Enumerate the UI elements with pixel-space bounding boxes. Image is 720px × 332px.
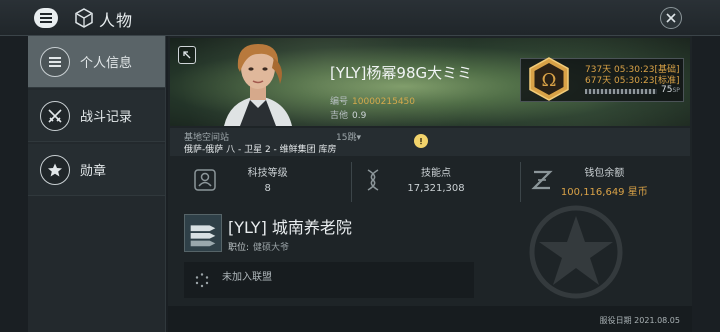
stat-wallet[interactable]: 钱包余额 100,116,649 星币 bbox=[519, 162, 688, 202]
crossed-swords-icon bbox=[40, 100, 70, 131]
character-id-label: 编号 bbox=[330, 97, 349, 107]
sp-value: 75SP bbox=[661, 85, 680, 95]
page-title: 人物 bbox=[99, 11, 134, 30]
stat-label: 技能点 bbox=[420, 168, 451, 179]
top-bar: 人物 bbox=[0, 0, 720, 36]
medal-star-watermark bbox=[529, 205, 623, 299]
main-menu-button[interactable] bbox=[34, 8, 58, 28]
station-name-suffix: 库房 bbox=[318, 145, 337, 155]
stats-row: 科技等级 8 技能点 17,321,308 钱包余额 100,116,649 星… bbox=[184, 162, 688, 202]
home-station-name: 俄萨-俄萨 八 - 卫星 2 - 维鲜集团 库房 bbox=[184, 142, 337, 155]
stat-skill-points[interactable]: 技能点 17,321,308 bbox=[351, 162, 519, 202]
sidebar-item-label: 个人信息 bbox=[80, 56, 133, 71]
character-security-row: 吉他 0.9 bbox=[330, 108, 366, 121]
character-portrait[interactable] bbox=[210, 38, 306, 126]
sp-progress-bar bbox=[585, 89, 657, 94]
sidebar-item-label: 战斗记录 bbox=[80, 110, 133, 125]
alliance-row: 未加入联盟 bbox=[184, 262, 474, 298]
stat-tech-level: 科技等级 8 bbox=[184, 162, 351, 202]
station-jumps-value: 15跳 bbox=[336, 133, 357, 143]
close-icon bbox=[666, 13, 676, 23]
omega-status-panel[interactable]: Ω 737天 05:30:23[基础] 677天 05:30:23[标准] 75… bbox=[520, 57, 684, 102]
stat-value: 100,116,649 星币 bbox=[560, 187, 648, 198]
sp-number: 75 bbox=[661, 85, 673, 95]
sidebar-item-medals[interactable]: 勋章 bbox=[28, 144, 165, 196]
station-jumps: 15跳▾ bbox=[336, 133, 361, 143]
alliance-dots-icon bbox=[195, 273, 209, 288]
stat-value: 17,321,308 bbox=[407, 183, 465, 194]
corporation-name[interactable]: [YLY] 城南养老院 bbox=[228, 214, 352, 238]
character-id-row: 编号 10000215450 bbox=[330, 94, 415, 107]
corporation-logo[interactable] bbox=[184, 214, 222, 252]
service-date: 服役日期 2021.08.05 bbox=[599, 316, 680, 325]
star-icon bbox=[40, 154, 70, 185]
sidebar: 个人信息 战斗记录 勋章 bbox=[28, 36, 166, 332]
warning-icon[interactable] bbox=[414, 134, 428, 148]
character-security-value: 0.9 bbox=[352, 111, 367, 121]
close-button[interactable] bbox=[660, 7, 682, 29]
character-id-value[interactable]: 10000215450 bbox=[352, 97, 415, 107]
expand-icon bbox=[183, 51, 191, 59]
hamburger-icon bbox=[40, 13, 52, 23]
sidebar-item-label: 勋章 bbox=[80, 164, 107, 179]
stat-label: 科技等级 bbox=[247, 168, 288, 179]
character-hex-icon bbox=[75, 8, 93, 28]
sidebar-item-combat-log[interactable]: 战斗记录 bbox=[28, 90, 165, 142]
character-banner: [YLY]杨幂98G大ミミ 编号 10000215450 吉他 0.9 Ω 737天… bbox=[170, 38, 690, 126]
character-sheet: [YLY]杨幂98G大ミミ 编号 10000215450 吉他 0.9 Ω 737天… bbox=[168, 36, 692, 332]
footer-bar: 服役日期 2021.08.05 bbox=[168, 306, 692, 332]
stat-value: 8 bbox=[264, 183, 271, 194]
character-security-label: 吉他 bbox=[330, 111, 349, 121]
menu-list-icon bbox=[40, 46, 70, 77]
role-label: 职位: bbox=[228, 243, 250, 253]
sidebar-item-personal-info[interactable]: 个人信息 bbox=[28, 36, 165, 88]
alliance-label: 未加入联盟 bbox=[222, 272, 272, 283]
corporation-section: [YLY] 城南养老院 职位: 健硕大爷 未加入联盟 bbox=[184, 212, 474, 298]
omega-icon: Ω bbox=[529, 57, 569, 101]
station-name-main: 俄萨-俄萨 八 - 卫星 2 - 维鲜集团 bbox=[184, 145, 319, 155]
edit-portrait-button[interactable] bbox=[178, 46, 196, 64]
corporation-role: 职位: 健硕大爷 bbox=[228, 240, 289, 253]
home-station-row[interactable]: 基地空间站 15跳▾ 俄萨-俄萨 八 - 卫星 2 - 维鲜集团 库房 bbox=[170, 128, 690, 156]
svg-text:Ω: Ω bbox=[542, 70, 557, 91]
character-name: [YLY]杨幂98G大ミミ bbox=[330, 64, 473, 82]
stat-label: 钱包余额 bbox=[584, 168, 625, 179]
role-value: 健硕大爷 bbox=[253, 243, 290, 253]
sp-unit: SP bbox=[672, 87, 680, 94]
